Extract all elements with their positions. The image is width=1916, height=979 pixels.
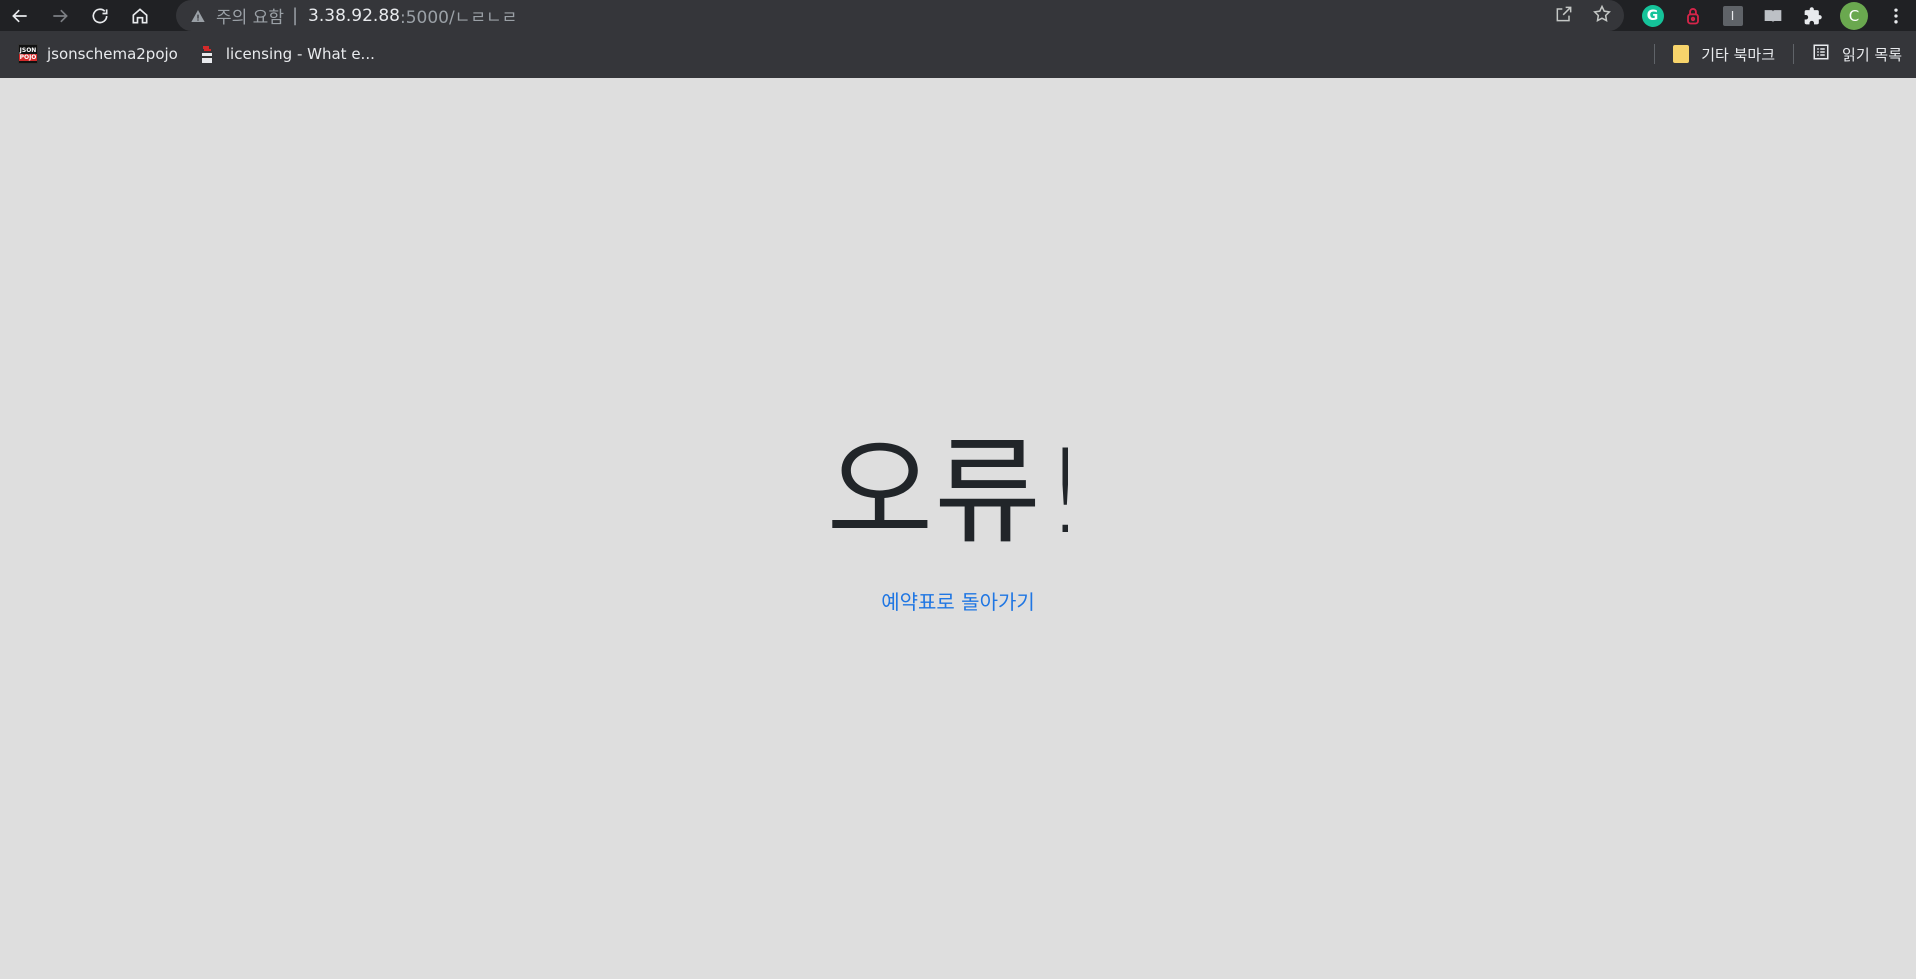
arrow-left-icon — [12, 9, 27, 22]
grammarly-extension[interactable]: G — [1640, 3, 1665, 28]
forward-button[interactable] — [40, 0, 80, 31]
reader-extension[interactable] — [1760, 3, 1785, 28]
browser-toolbar: 주의 요함 | 3.38.92.88 :5000/ㄴㄹㄴㄹ G I C — [0, 0, 1916, 31]
error-title: 오류! — [826, 425, 1090, 560]
stackexchange-favicon — [201, 46, 212, 63]
bookmark-jsonschema2pojo[interactable]: JSON POJO jsonschema2pojo — [10, 37, 186, 71]
back-to-reservation-link[interactable]: 예약표로 돌아가기 — [881, 590, 1035, 614]
bookmarks-list: JSON POJO jsonschema2pojo licensing - Wha… — [10, 37, 383, 71]
reading-list-label: 읽기 목록 — [1842, 45, 1902, 64]
bookmark-label: licensing - What e... — [225, 45, 375, 63]
jsonschema2pojo-favicon: JSON POJO — [18, 44, 38, 64]
other-bookmarks-button[interactable]: 기타 북마크 — [1665, 37, 1783, 71]
other-bookmarks-label: 기타 북마크 — [1701, 45, 1776, 64]
folder-icon — [1673, 45, 1690, 63]
bookmark-label: jsonschema2pojo — [47, 45, 178, 63]
lock-icon — [1686, 7, 1699, 24]
bookmarks-right: 기타 북마크 읽기 목록 — [1644, 37, 1910, 71]
star-icon — [1593, 4, 1611, 22]
address-bar-actions — [1554, 0, 1612, 31]
url-path: :5000/ㄴㄹㄴㄹ — [399, 8, 518, 28]
puzzle-icon — [1804, 6, 1822, 24]
share-button[interactable] — [1554, 4, 1574, 28]
bookmark-licensing[interactable]: licensing - What e... — [190, 37, 383, 71]
lock-extension[interactable] — [1680, 3, 1705, 28]
bookmarks-bar: JSON POJO jsonschema2pojo licensing - Wha… — [0, 31, 1916, 78]
reload-button[interactable] — [80, 0, 120, 31]
extensions-area: G I C — [1640, 0, 1908, 31]
extensions-button[interactable] — [1800, 3, 1825, 28]
address-bar[interactable]: 주의 요함 | 3.38.92.88 :5000/ㄴㄹㄴㄹ — [176, 0, 1624, 31]
home-button[interactable] — [120, 0, 160, 31]
reading-list-icon — [1812, 43, 1830, 65]
address-separator: | — [291, 5, 299, 26]
more-vertical-icon — [1893, 8, 1898, 23]
warning-triangle-icon — [190, 8, 206, 24]
back-button[interactable] — [0, 0, 40, 31]
reading-list-button[interactable]: 읽기 목록 — [1804, 37, 1910, 71]
bookmarks-divider — [1793, 44, 1795, 64]
i-extension-icon: I — [1722, 5, 1743, 26]
grammarly-icon: G — [1641, 4, 1664, 27]
browser-menu-button[interactable] — [1883, 3, 1908, 28]
book-icon — [1764, 9, 1781, 23]
reload-icon — [92, 7, 108, 23]
i-extension[interactable]: I — [1720, 3, 1745, 28]
bookmarks-divider — [1654, 44, 1656, 64]
bookmark-star-button[interactable] — [1592, 4, 1612, 28]
arrow-right-icon — [53, 9, 68, 22]
back-to-reservation-link-container: 예약표로 돌아가기 — [0, 586, 1916, 615]
page-content: 오류! 예약표로 돌아가기 — [0, 78, 1916, 979]
url-host: 3.38.92.88 — [308, 5, 400, 26]
home-icon — [132, 7, 148, 23]
security-status-label[interactable]: 주의 요함 — [216, 3, 284, 28]
share-icon — [1556, 6, 1572, 21]
profile-avatar[interactable]: C — [1840, 1, 1868, 30]
